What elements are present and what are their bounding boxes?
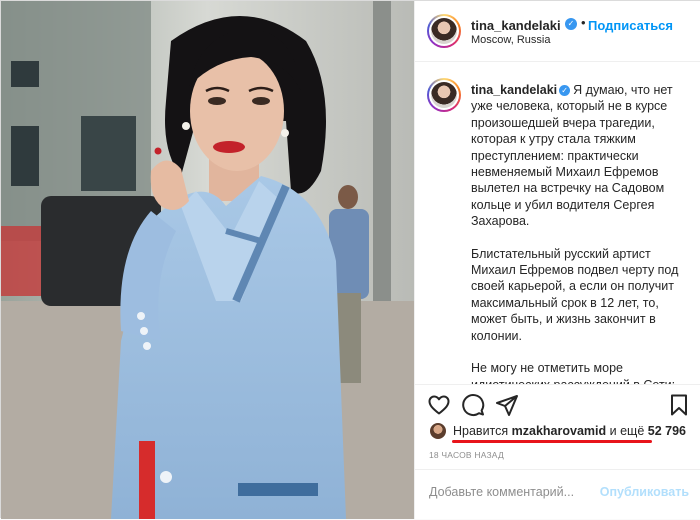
likes-text: Нравится mzakharovamid и ещё 52 796 (453, 424, 686, 438)
heart-icon[interactable] (427, 393, 451, 417)
comment-input[interactable] (429, 485, 609, 499)
post-header: tina_kandelaki ✓ • Подписаться Moscow, R… (415, 1, 700, 62)
red-underline-annotation (452, 440, 652, 443)
verified-badge-icon: ✓ (559, 85, 571, 96)
separator-dot: • (581, 15, 586, 30)
add-comment-row: Опубликовать (415, 469, 700, 520)
follow-button[interactable]: Подписаться (588, 18, 673, 33)
caption-paragraph-1: Я думаю, что нет уже человека, который н… (471, 83, 673, 229)
liker-username[interactable]: mzakharovamid (512, 424, 606, 438)
liker-avatar[interactable] (430, 423, 446, 439)
caption-paragraph-2: Блистательный русский артист Михаил Ефре… (471, 246, 679, 343)
caption-username[interactable]: tina_kandelaki (471, 83, 557, 97)
caption-paragraph-3: Не могу не отметить море идиотических ра… (471, 361, 675, 384)
comment-icon[interactable] (461, 393, 485, 417)
post-side-panel: tina_kandelaki ✓ • Подписаться Moscow, R… (414, 1, 700, 519)
caption-text: tina_kandelaki ✓ Я думаю, что нет уже чело… (471, 82, 687, 384)
post-photo[interactable] (1, 1, 414, 519)
publish-button[interactable]: Опубликовать (600, 485, 689, 499)
post-timestamp[interactable]: 18 ЧАСОВ НАЗАД (429, 450, 504, 460)
likes-summary: Нравится mzakharovamid и ещё 52 796 (415, 420, 700, 443)
post-actions-bar (415, 384, 700, 421)
share-icon[interactable] (495, 393, 519, 417)
bookmark-icon[interactable] (667, 393, 691, 417)
post-caption: tina_kandelaki ✓ Я думаю, что нет уже чело… (415, 62, 700, 384)
author-username[interactable]: tina_kandelaki (471, 18, 561, 33)
post-photo-illustration (1, 1, 414, 519)
instagram-post-window: tina_kandelaki ✓ • Подписаться Moscow, R… (0, 0, 700, 519)
author-avatar[interactable] (427, 14, 461, 48)
likes-count[interactable]: 52 796 (648, 424, 686, 438)
likes-prefix: Нравится (453, 424, 509, 438)
verified-badge-icon: ✓ (565, 18, 577, 30)
likes-middle: и ещё (609, 424, 645, 438)
caption-avatar[interactable] (427, 78, 461, 112)
post-location[interactable]: Moscow, Russia (471, 34, 550, 46)
